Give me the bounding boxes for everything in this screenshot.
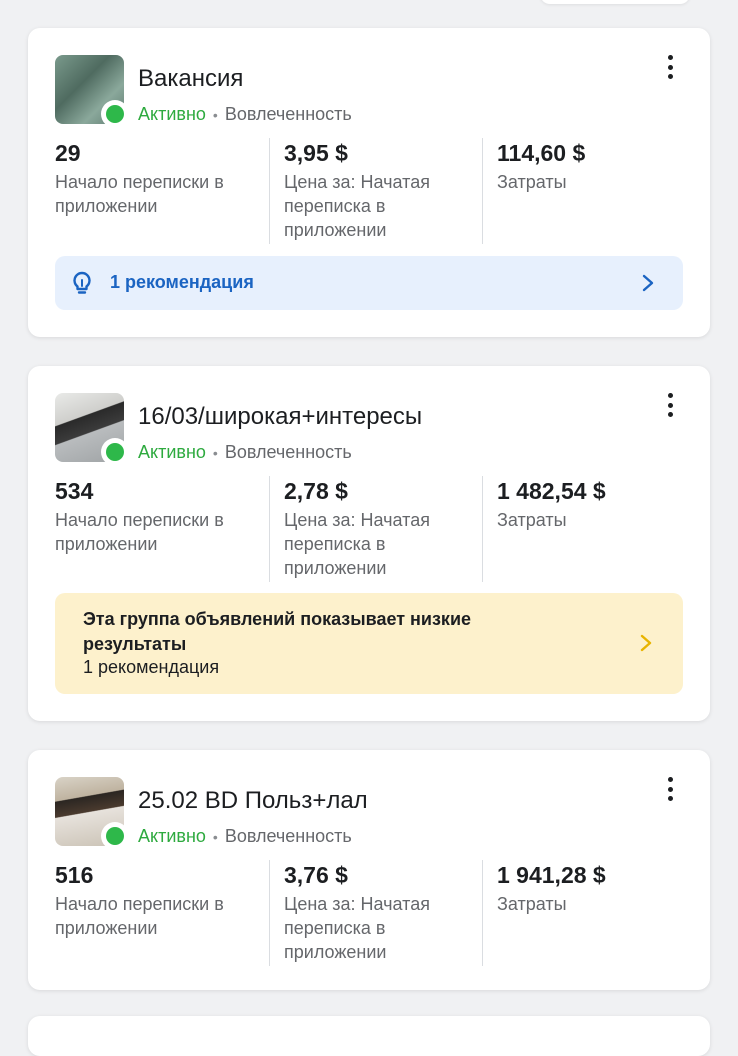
- metric-value: 3,76 $: [284, 862, 348, 888]
- campaign-title[interactable]: 25.02 BD Польз+лал: [138, 787, 368, 815]
- metric-results: 534 Начало переписки в приложении: [55, 476, 269, 582]
- metric-label: Цена за: Начатая переписка в приложении: [284, 172, 430, 240]
- metric-value: 29: [55, 140, 81, 166]
- previous-card-edge: [0, 0, 738, 8]
- metrics-row: 516 Начало переписки в приложении 3,76 $…: [55, 860, 697, 966]
- campaign-card[interactable]: Вакансия Активно • Вовлеченность 29 Начало…: [28, 28, 710, 337]
- status-label: Активно: [138, 826, 206, 846]
- warning-recommendation-count: 1 рекомендация: [83, 657, 220, 677]
- metric-label: Затраты: [497, 172, 567, 192]
- metric-label: Начало переписки в приложении: [55, 510, 224, 554]
- campaign-status-line: Активно • Вовлеченность: [138, 442, 352, 463]
- metrics-row: 29 Начало переписки в приложении 3,95 $ …: [55, 138, 697, 244]
- metric-value: 534: [55, 478, 94, 504]
- active-dot-icon: [106, 827, 124, 845]
- metric-cost-per-result: 3,95 $ Цена за: Начатая переписка в прил…: [269, 138, 483, 244]
- metric-value: 114,60 $: [497, 140, 586, 166]
- separator: •: [212, 107, 218, 123]
- metric-label: Цена за: Начатая переписка в приложении: [284, 510, 430, 578]
- campaign-status-line: Активно • Вовлеченность: [138, 104, 352, 125]
- metric-spend: 1 941,28 $ Затраты: [482, 860, 696, 966]
- metric-value: 516: [55, 862, 94, 888]
- metric-results: 516 Начало переписки в приложении: [55, 860, 269, 966]
- campaign-card[interactable]: 16/03/широкая+интересы Активно • Вовлеченн…: [28, 366, 710, 721]
- recommendation-banner[interactable]: 1 рекомендация: [55, 256, 683, 310]
- metric-label: Начало переписки в приложении: [55, 894, 224, 938]
- objective-label: Вовлеченность: [224, 104, 352, 124]
- metric-label: Затраты: [497, 894, 567, 914]
- separator: •: [212, 445, 218, 461]
- recommendation-text: 1 рекомендация: [110, 272, 254, 292]
- campaign-status-line: Активно • Вовлеченность: [138, 826, 352, 847]
- objective-label: Вовлеченность: [224, 826, 352, 846]
- campaign-card-partial[interactable]: [28, 1016, 710, 1056]
- chevron-right-icon: [640, 634, 652, 652]
- status-indicator: [101, 438, 129, 466]
- active-dot-icon: [106, 443, 124, 461]
- metric-label: Затраты: [497, 510, 567, 530]
- chevron-right-icon: [642, 274, 654, 292]
- status-label: Активно: [138, 442, 206, 462]
- metric-value: 1 941,28 $: [497, 862, 606, 888]
- lightbulb-icon: [73, 271, 91, 294]
- objective-label: Вовлеченность: [224, 442, 352, 462]
- metric-results: 29 Начало переписки в приложении: [55, 138, 269, 244]
- campaign-card[interactable]: 25.02 BD Польз+лал Активно • Вовлеченность…: [28, 750, 710, 990]
- campaign-title[interactable]: Вакансия: [138, 65, 243, 93]
- active-dot-icon: [106, 105, 124, 123]
- status-indicator: [101, 822, 129, 850]
- metric-value: 3,95 $: [284, 140, 348, 166]
- more-options-icon[interactable]: [660, 392, 680, 418]
- metrics-row: 534 Начало переписки в приложении 2,78 $…: [55, 476, 697, 582]
- status-indicator: [101, 100, 129, 128]
- metric-value: 2,78 $: [284, 478, 348, 504]
- metric-label: Цена за: Начатая переписка в приложении: [284, 894, 430, 962]
- separator: •: [212, 829, 218, 845]
- metric-spend: 114,60 $ Затраты: [482, 138, 696, 244]
- more-options-icon[interactable]: [660, 54, 680, 80]
- metric-value: 1 482,54 $: [497, 478, 606, 504]
- warning-heading: Эта группа объявлений показывает низкие …: [83, 609, 472, 654]
- metric-label: Начало переписки в приложении: [55, 172, 224, 216]
- low-results-warning[interactable]: Эта группа объявлений показывает низкие …: [55, 593, 683, 694]
- metric-cost-per-result: 3,76 $ Цена за: Начатая переписка в прил…: [269, 860, 483, 966]
- campaign-title[interactable]: 16/03/широкая+интересы: [138, 403, 422, 431]
- status-label: Активно: [138, 104, 206, 124]
- more-options-icon[interactable]: [660, 776, 680, 802]
- metric-spend: 1 482,54 $ Затраты: [482, 476, 696, 582]
- metric-cost-per-result: 2,78 $ Цена за: Начатая переписка в прил…: [269, 476, 483, 582]
